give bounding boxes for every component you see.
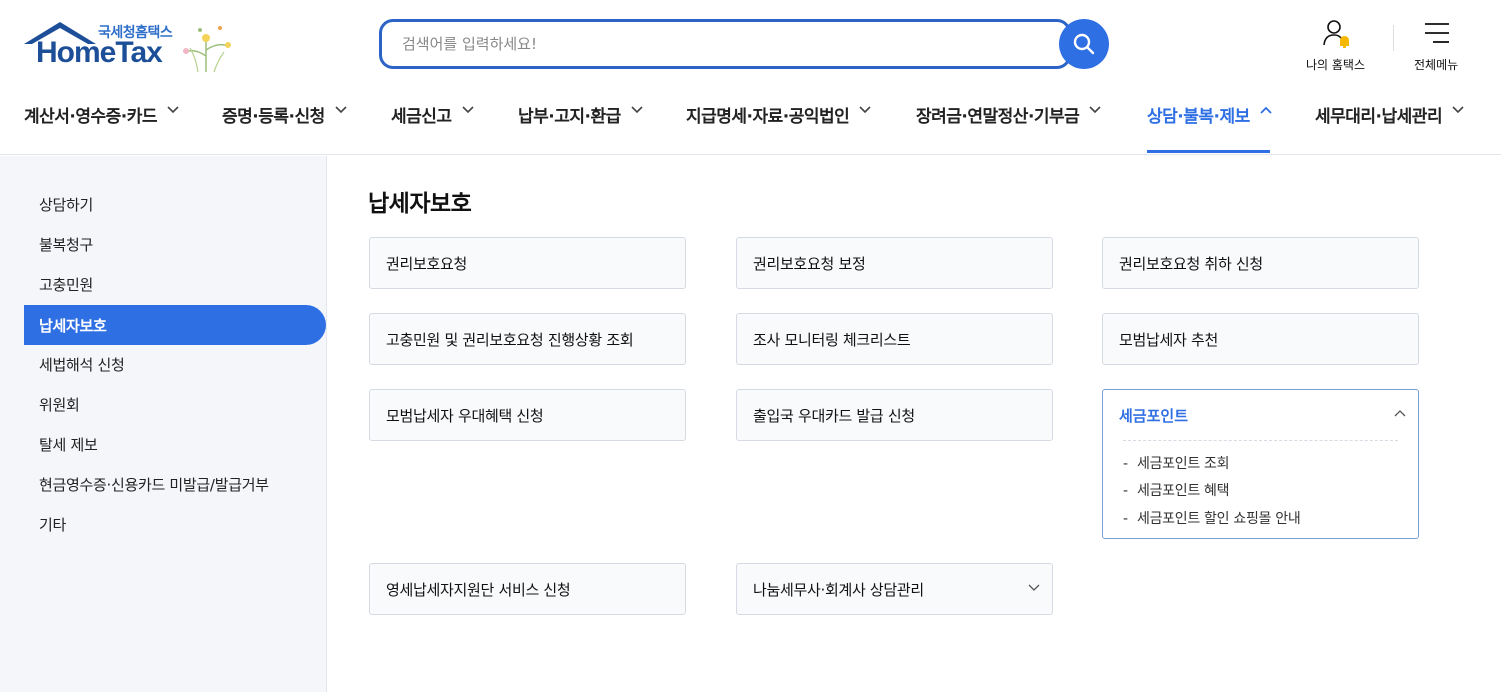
- sidebar-item-label: 현금영수증·신용카드 미발급/발급거부: [39, 475, 269, 494]
- chevron-up-icon: [1260, 106, 1272, 114]
- search-input[interactable]: [382, 22, 1022, 66]
- gnb-active-indicator: [1147, 150, 1270, 153]
- gnb-item-incentive-year-end[interactable]: 장려금·연말정산·기부금: [916, 100, 1101, 154]
- sidebar-item-receipt-refusal[interactable]: 현금영수증·신용카드 미발급/발급거부: [24, 464, 326, 504]
- card-rights-protection-request[interactable]: 권리보호요청: [369, 237, 686, 289]
- sidebar-item-grievance[interactable]: 고충민원: [24, 264, 326, 304]
- card-label: 권리보호요청 취하 신청: [1119, 254, 1263, 273]
- card-model-taxpayer-benefit[interactable]: 모범납세자 우대혜택 신청: [369, 389, 686, 441]
- card-small-taxpayer-support[interactable]: 영세납세자지원단 서비스 신청: [369, 563, 686, 615]
- gnb-item-invoice-receipt-card[interactable]: 계산서·영수증·카드: [24, 100, 179, 154]
- gnb-item-label: 증명·등록·신청: [222, 107, 325, 127]
- card-label: 영세납세자지원단 서비스 신청: [386, 580, 571, 599]
- utility-divider: [1393, 25, 1394, 51]
- all-menu-label: 전체메뉴: [1414, 58, 1459, 72]
- chevron-up-icon[interactable]: [1394, 409, 1406, 417]
- card-audit-monitoring-checklist[interactable]: 조사 모니터링 체크리스트: [736, 313, 1053, 365]
- my-hometax-button[interactable]: 나의 홈택스: [1306, 18, 1365, 73]
- sub-item-tax-points-shopping-mall[interactable]: - 세금포인트 할인 쇼핑몰 안내: [1123, 508, 1301, 528]
- sidebar-item-committee[interactable]: 위원회: [24, 384, 326, 424]
- chevron-down-icon: [461, 106, 474, 114]
- global-navigation: 계산서·영수증·카드 증명·등록·신청 세금신고 납부·고지·환급 지급명세·자…: [0, 100, 1501, 155]
- gnb-item-label: 세무대리·납세관리: [1315, 107, 1443, 127]
- card-label: 고충민원 및 권리보호요청 진행상황 조회: [386, 330, 634, 349]
- sidebar-item-label: 세법해석 신청: [39, 355, 125, 374]
- card-rights-protection-withdrawal[interactable]: 권리보호요청 취하 신청: [1102, 237, 1419, 289]
- chevron-down-icon: [1089, 106, 1101, 114]
- sidebar: 상담하기 불복청구 고충민원 납세자보호 세법해석 신청 위원회 탈세 제보 현…: [0, 156, 327, 692]
- sidebar-item-taxpayer-protection[interactable]: 납세자보호: [24, 305, 326, 345]
- hamburger-icon: [1425, 23, 1450, 43]
- chevron-down-icon: [631, 106, 643, 114]
- chevron-down-icon: [1028, 584, 1040, 591]
- card-immigration-card[interactable]: 출입국 우대카드 발급 신청: [736, 389, 1053, 441]
- card-label: 모범납세자 우대혜택 신청: [386, 406, 544, 425]
- plant-illustration-icon: [183, 26, 231, 73]
- gnb-item-payment-refund[interactable]: 납부·고지·환급: [518, 100, 643, 154]
- sub-item-tax-points-inquiry[interactable]: - 세금포인트 조회: [1123, 453, 1230, 473]
- sidebar-item-label: 기타: [39, 515, 67, 534]
- sidebar-item-appeal[interactable]: 불복청구: [24, 224, 326, 264]
- sidebar-item-label: 납세자보호: [39, 316, 107, 335]
- search-box: [379, 19, 1071, 69]
- gnb-item-tax-agent[interactable]: 세무대리·납세관리: [1315, 100, 1464, 154]
- card-rights-protection-correction[interactable]: 권리보호요청 보정: [736, 237, 1053, 289]
- chevron-down-icon: [167, 106, 179, 114]
- user-bell-icon: [1322, 20, 1349, 49]
- sidebar-item-consultation[interactable]: 상담하기: [24, 184, 326, 224]
- dash-bullet: -: [1123, 483, 1128, 499]
- search-button[interactable]: [1059, 19, 1109, 69]
- sidebar-item-label: 상담하기: [39, 195, 94, 214]
- card-label: 나눔세무사·회계사 상담관리: [753, 580, 924, 599]
- chevron-down-icon: [1452, 106, 1464, 114]
- card-sharing-tax-accountant[interactable]: 나눔세무사·회계사 상담관리: [736, 563, 1053, 615]
- card-label: 조사 모니터링 체크리스트: [753, 330, 911, 349]
- dash-bullet: -: [1123, 511, 1128, 527]
- hometax-logo[interactable]: 국세청홈택스 HomeTax: [22, 18, 242, 76]
- tax-points-header[interactable]: 세금포인트: [1119, 405, 1188, 426]
- page-title: 납세자보호: [368, 191, 472, 217]
- gnb-item-payment-statement[interactable]: 지급명세·자료·공익법인: [686, 100, 871, 154]
- card-label: 출입국 우대카드 발급 신청: [753, 406, 915, 425]
- chevron-down-icon: [859, 106, 871, 114]
- chevron-down-icon: [335, 106, 347, 114]
- sidebar-item-other[interactable]: 기타: [24, 504, 326, 544]
- card-tax-points-expanded: 세금포인트 - 세금포인트 조회 - 세금포인트 혜택 - 세금포인트 할인 쇼핑몰 …: [1102, 389, 1419, 539]
- search-icon: [1073, 33, 1095, 55]
- gnb-item-tax-filing[interactable]: 세금신고: [391, 100, 474, 154]
- sidebar-item-tax-evasion-report[interactable]: 탈세 제보: [24, 424, 326, 464]
- sidebar-item-tax-law-interpretation[interactable]: 세법해석 신청: [24, 344, 326, 384]
- sidebar-item-label: 고충민원: [39, 275, 94, 294]
- gnb-item-label: 상담·불복·제보: [1147, 107, 1250, 127]
- divider: [1123, 440, 1398, 441]
- gnb-item-label: 지급명세·자료·공익법인: [686, 107, 850, 127]
- sidebar-item-label: 위원회: [39, 395, 80, 414]
- sub-item-tax-points-benefit[interactable]: - 세금포인트 혜택: [1123, 480, 1230, 500]
- card-label: 권리보호요청 보정: [753, 254, 866, 273]
- all-menu-button[interactable]: 전체메뉴: [1414, 18, 1458, 73]
- my-hometax-label: 나의 홈택스: [1306, 58, 1366, 72]
- card-model-taxpayer-recommendation[interactable]: 모범납세자 추천: [1102, 313, 1419, 365]
- gnb-item-consultation-appeal[interactable]: 상담·불복·제보: [1147, 100, 1272, 154]
- card-progress-inquiry[interactable]: 고충민원 및 권리보호요청 진행상황 조회: [369, 313, 686, 365]
- card-label: 권리보호요청: [386, 254, 468, 273]
- sidebar-item-label: 불복청구: [39, 235, 94, 254]
- card-label: 모범납세자 추천: [1119, 330, 1218, 349]
- gnb-item-label: 장려금·연말정산·기부금: [916, 107, 1080, 127]
- sidebar-item-label: 탈세 제보: [39, 435, 98, 454]
- header: 국세청홈택스 HomeTax 나의 홈택스: [0, 0, 1501, 155]
- gnb-item-certificate-registration[interactable]: 증명·등록·신청: [222, 100, 347, 154]
- sub-item-label: 세금포인트 조회: [1137, 456, 1230, 472]
- logo-english-text: HomeTax: [36, 36, 163, 69]
- gnb-item-label: 납부·고지·환급: [518, 107, 621, 127]
- gnb-item-label: 세금신고: [391, 107, 452, 127]
- gnb-item-label: 계산서·영수증·카드: [24, 107, 158, 127]
- sub-item-label: 세금포인트 혜택: [1137, 483, 1230, 499]
- dash-bullet: -: [1123, 456, 1128, 472]
- sub-item-label: 세금포인트 할인 쇼핑몰 안내: [1137, 511, 1301, 527]
